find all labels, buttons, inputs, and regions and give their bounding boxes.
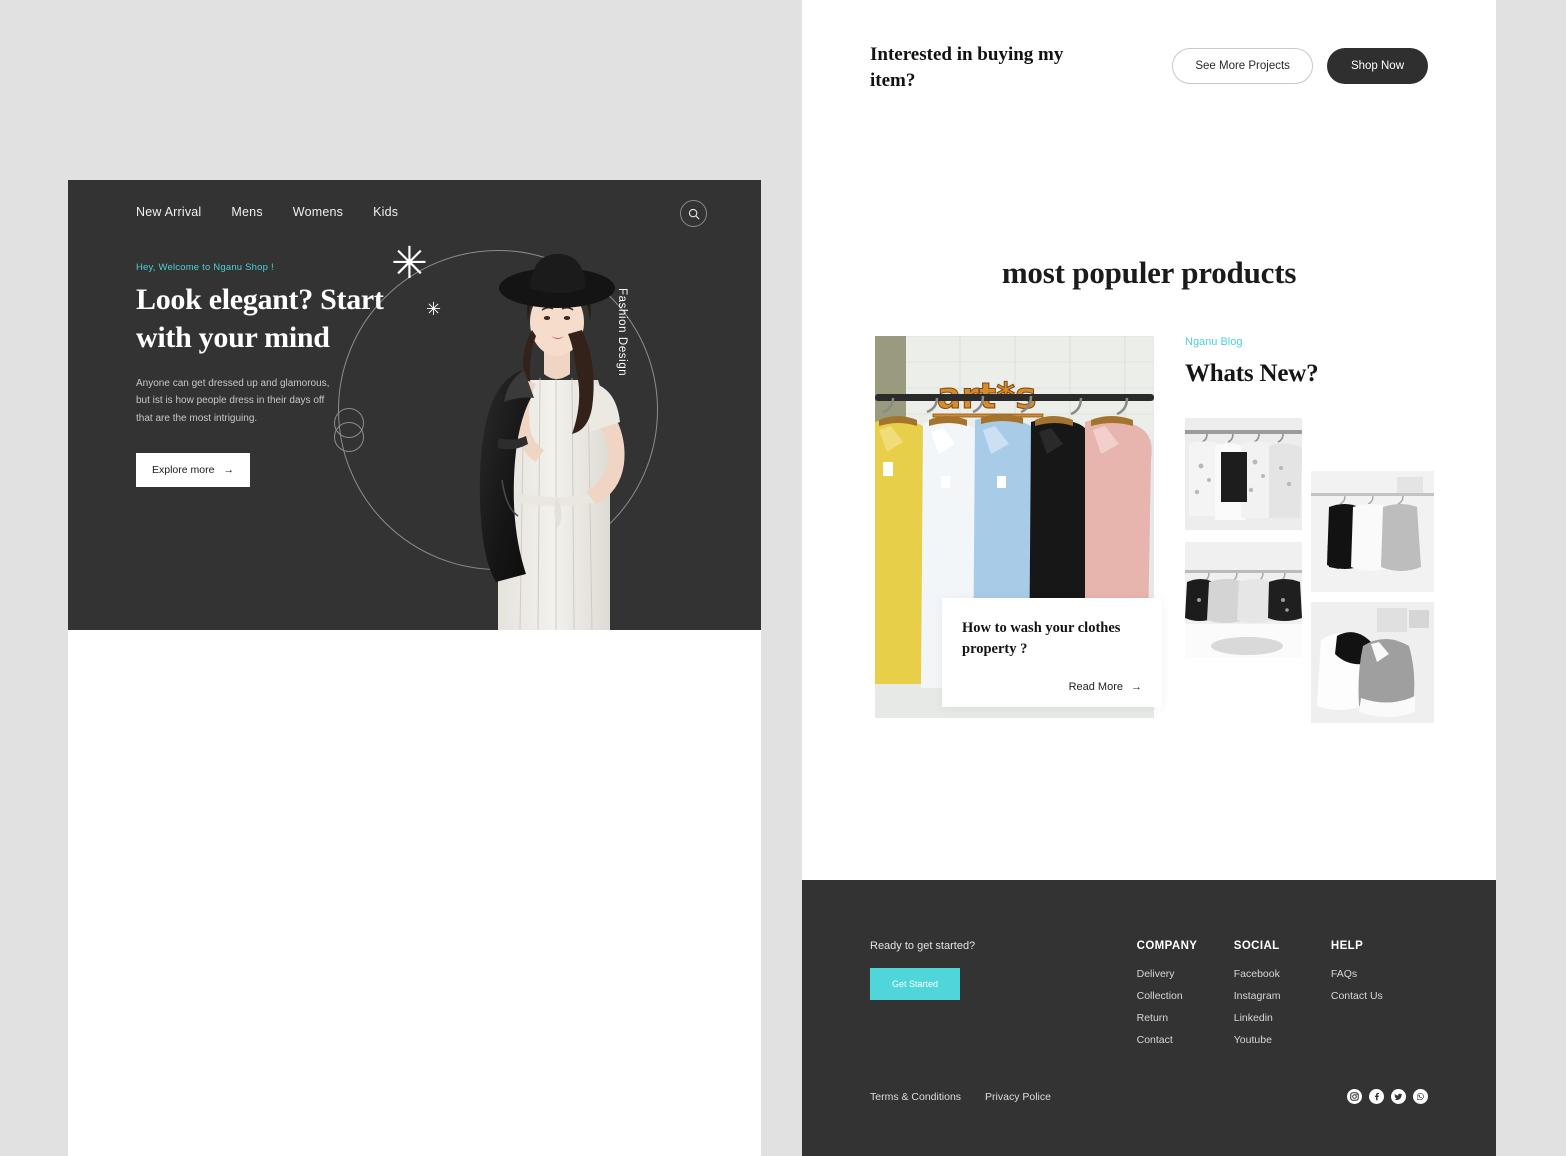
footer-column-company: COMPANY Delivery Collection Return Conta… xyxy=(1137,940,1234,1056)
product-thumbnail[interactable] xyxy=(1311,602,1434,724)
footer-link-facebook[interactable]: Facebook xyxy=(1234,968,1331,980)
hero-subtitle: Anyone can get dressed up and glamorous,… xyxy=(136,377,330,424)
footer-link-youtube[interactable]: Youtube xyxy=(1234,1034,1331,1046)
footer: Ready to get started? Get Started COMPAN… xyxy=(802,880,1496,1156)
fashion-design-label: Fashion Design xyxy=(616,288,628,377)
footer-cta: Ready to get started? Get Started xyxy=(870,940,1137,1056)
arrow-right-icon: → xyxy=(1131,681,1142,694)
product-thumbnail[interactable] xyxy=(1185,542,1302,659)
nav-item-kids[interactable]: Kids xyxy=(373,205,398,219)
footer-column-social: SOCIAL Facebook Instagram Linkedin Youtu… xyxy=(1234,940,1331,1056)
hero-model-image xyxy=(479,254,625,630)
blog-eyebrow: Nganu Blog xyxy=(1185,336,1243,349)
footer-link-contact-us[interactable]: Contact Us xyxy=(1331,990,1428,1002)
footer-link-return[interactable]: Return xyxy=(1137,1012,1234,1024)
get-started-button[interactable]: Get Started xyxy=(870,968,960,1000)
footer-column-help: HELP FAQs Contact Us xyxy=(1331,940,1428,1056)
header-actions: See More Projects Shop Now xyxy=(1172,48,1428,84)
nav-item-new-arrival[interactable]: New Arrival xyxy=(136,205,201,219)
legal-links: Terms & Conditions Privacy Police xyxy=(870,1091,1051,1103)
footer-column-heading: COMPANY xyxy=(1136,940,1198,952)
star-burst-icon: ✳ xyxy=(391,238,428,289)
hero-title: Look elegant? Start with your mind xyxy=(136,283,384,354)
hero-section: ✳ ✳ New Arrival Mens Womens Kids Fashion… xyxy=(68,180,761,630)
right-panel: Interested in buying my item? See More P… xyxy=(802,0,1496,1156)
interested-title: Interested in buying my item? xyxy=(870,44,1064,91)
footer-column-heading: SOCIAL xyxy=(1233,940,1280,952)
whatsapp-icon[interactable] xyxy=(1413,1089,1428,1104)
blog-right-column: Nganu Blog Whats New? xyxy=(1185,336,1445,724)
footer-bottom: Terms & Conditions Privacy Police xyxy=(870,1089,1428,1104)
product-thumbnail[interactable] xyxy=(1311,471,1434,593)
left-panel: ✳ ✳ New Arrival Mens Womens Kids Fashion… xyxy=(68,180,761,1156)
footer-link-linkedin[interactable]: Linkedin xyxy=(1234,1012,1331,1024)
thumbnail-grid xyxy=(1185,418,1445,724)
star-burst-small-icon: ✳ xyxy=(426,299,442,320)
privacy-police-link[interactable]: Privacy Police xyxy=(985,1091,1051,1103)
footer-link-collection[interactable]: Collection xyxy=(1137,990,1234,1002)
read-more-label: Read More xyxy=(1068,681,1123,694)
nav-item-mens[interactable]: Mens xyxy=(231,205,262,219)
footer-cta-text: Ready to get started? xyxy=(870,940,976,952)
see-more-projects-button[interactable]: See More Projects xyxy=(1172,48,1313,84)
twitter-icon[interactable] xyxy=(1391,1089,1406,1104)
hero-copy: Hey, Welcome to Nganu Shop ! Look elegan… xyxy=(136,262,436,488)
explore-more-label: Explore more xyxy=(152,464,215,477)
blog-card-title: How to wash your clothes property ? xyxy=(962,620,1121,657)
right-panel-header: Interested in buying my item? See More P… xyxy=(802,0,1496,93)
blog-card: How to wash your clothes property ? Read… xyxy=(942,598,1162,708)
whats-new-heading: Whats New? xyxy=(1185,360,1319,388)
terms-conditions-link[interactable]: Terms & Conditions xyxy=(870,1091,961,1103)
explore-more-button[interactable]: Explore more → xyxy=(136,453,250,488)
social-icons xyxy=(1347,1089,1428,1104)
footer-link-contact[interactable]: Contact xyxy=(1137,1034,1234,1046)
page-root: ✳ ✳ New Arrival Mens Womens Kids Fashion… xyxy=(0,0,1566,1156)
read-more-button[interactable]: Read More → xyxy=(962,681,1142,693)
about-section: SHOP FOR WOMENS About Nganu Shop Be the … xyxy=(68,630,761,740)
nav-item-womens[interactable]: Womens xyxy=(293,205,343,219)
facebook-icon[interactable] xyxy=(1369,1089,1384,1104)
footer-link-delivery[interactable]: Delivery xyxy=(1137,968,1234,980)
arrow-right-icon: → xyxy=(223,464,234,477)
footer-link-instagram[interactable]: Instagram xyxy=(1234,990,1331,1002)
product-thumbnail[interactable] xyxy=(1185,418,1302,531)
main-nav: New Arrival Mens Womens Kids xyxy=(136,205,398,219)
section-title-popular-products: most populer products xyxy=(1001,255,1297,291)
shop-now-button[interactable]: Shop Now xyxy=(1326,48,1428,84)
footer-link-faqs[interactable]: FAQs xyxy=(1331,968,1428,980)
instagram-icon[interactable] xyxy=(1347,1089,1362,1104)
products-section: art*s How to wash your clothes property … xyxy=(802,336,1496,756)
footer-top: Ready to get started? Get Started COMPAN… xyxy=(802,880,1496,1056)
search-icon[interactable] xyxy=(680,200,707,227)
footer-column-heading: HELP xyxy=(1330,940,1364,952)
